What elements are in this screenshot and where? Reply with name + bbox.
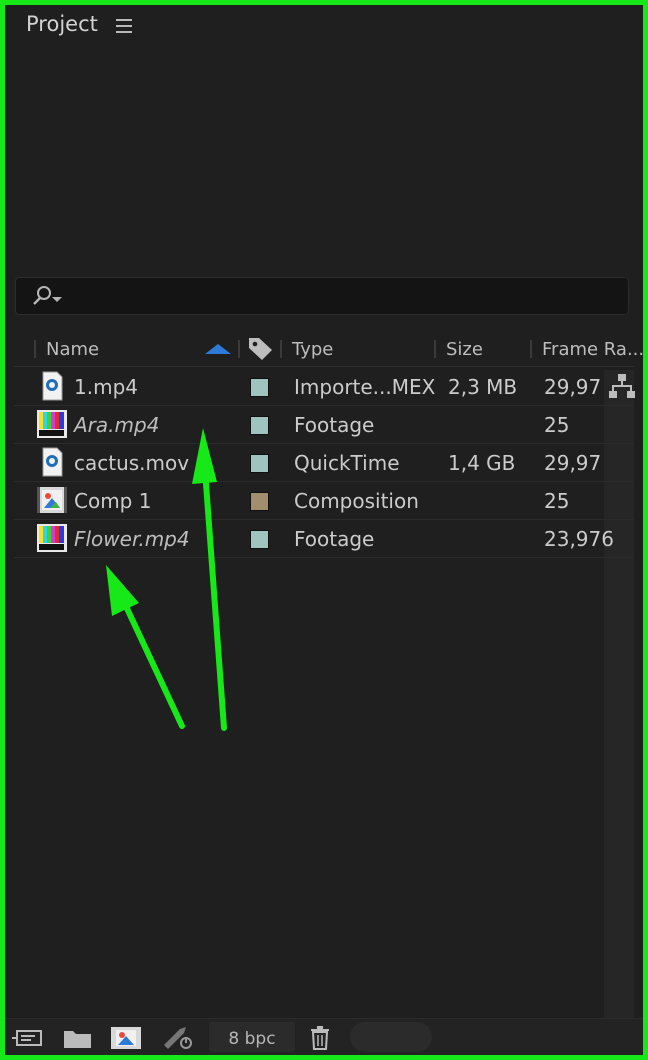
annotation-arrows: [106, 428, 227, 731]
